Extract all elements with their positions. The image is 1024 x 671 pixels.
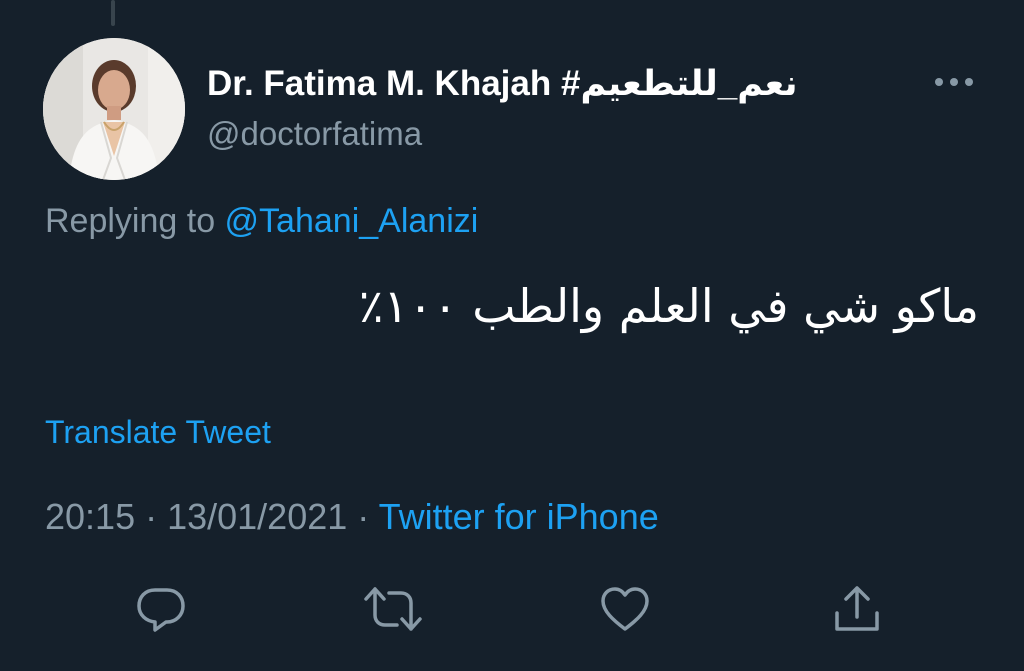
share-button[interactable]	[829, 583, 885, 639]
reply-bubble-icon	[135, 584, 187, 639]
tweet-text: ماكو شي في العلم والطب ١٠٠٪	[358, 279, 979, 333]
retweet-button[interactable]	[363, 583, 423, 639]
thread-connector-line	[111, 0, 115, 26]
share-upload-icon	[831, 583, 883, 640]
avatar-photo	[43, 38, 185, 180]
heart-icon	[599, 585, 651, 638]
replying-to-label: Replying to	[45, 202, 225, 240]
like-button[interactable]	[597, 583, 653, 639]
replying-to-mention-link[interactable]: @Tahani_Alanizi	[225, 202, 479, 240]
more-options-button[interactable]	[930, 66, 978, 102]
tweet-metadata: 20:15 · 13/01/2021 · Twitter for iPhone	[45, 494, 659, 540]
translate-tweet-link[interactable]: Translate Tweet	[45, 411, 271, 453]
display-name[interactable]: Dr. Fatima M. Khajah #نعم_للتطعيم	[207, 62, 798, 106]
tweet-date: 13/01/2021	[167, 496, 348, 537]
tweet-source-link[interactable]: Twitter for iPhone	[379, 496, 659, 537]
more-horizontal-icon	[933, 75, 975, 93]
avatar[interactable]	[43, 38, 185, 180]
meta-separator: ·	[135, 496, 168, 537]
user-handle[interactable]: @doctorfatima	[207, 113, 422, 155]
replying-to-line: Replying to @Tahani_Alanizi	[45, 199, 478, 243]
meta-separator: ·	[347, 496, 379, 537]
retweet-icon	[363, 585, 423, 638]
reply-button[interactable]	[133, 583, 189, 639]
tweet-time: 20:15	[45, 496, 136, 537]
